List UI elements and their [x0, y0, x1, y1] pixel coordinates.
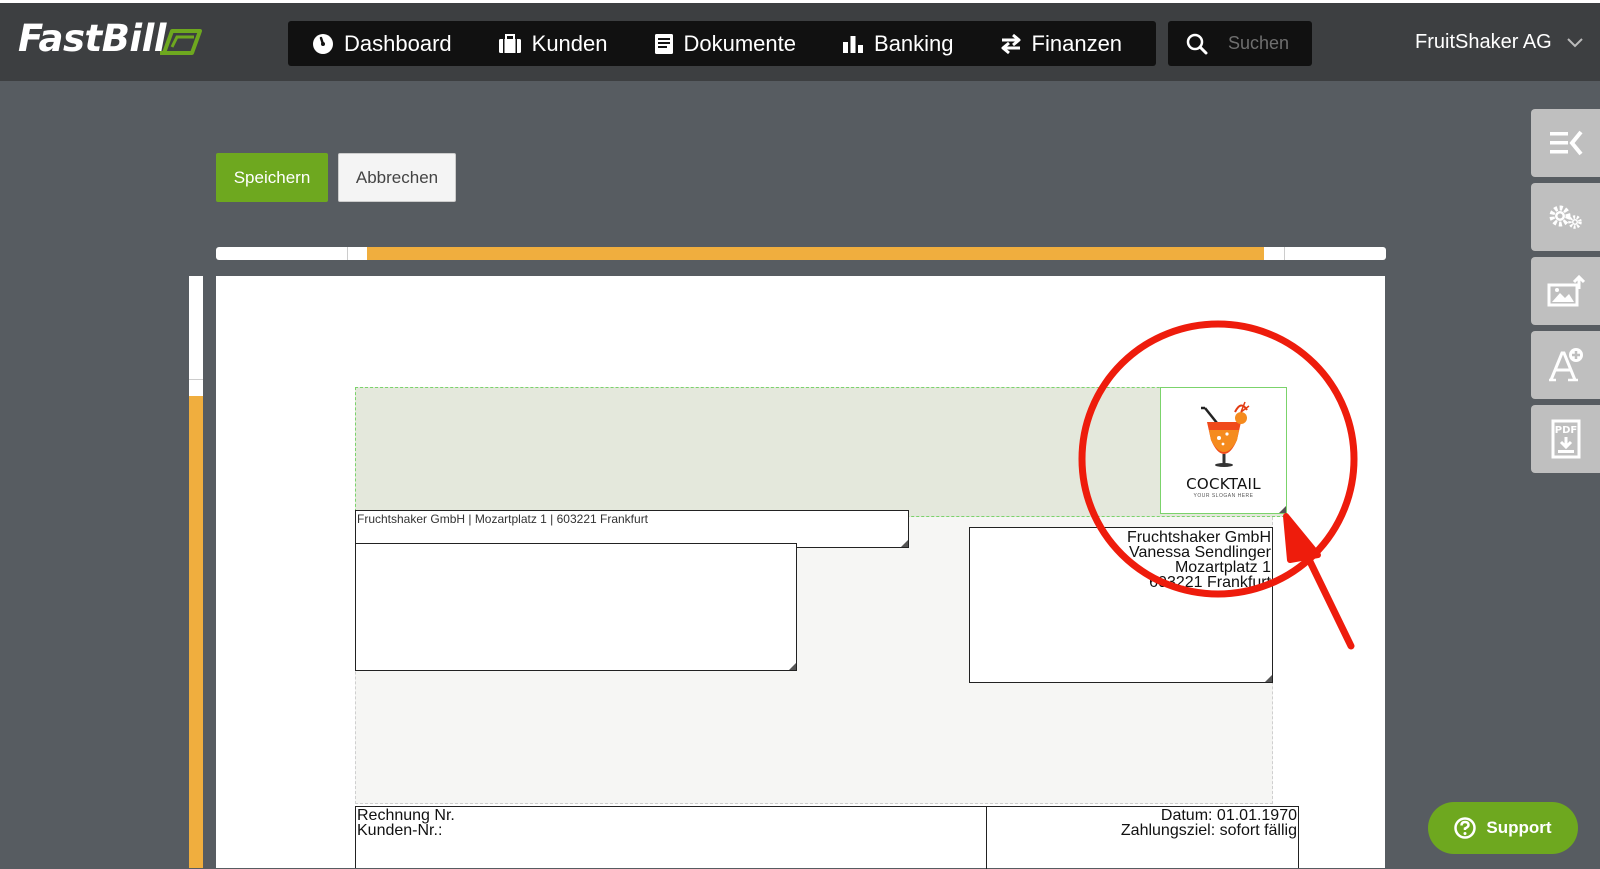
help-question-icon — [1454, 817, 1477, 839]
search-icon[interactable] — [1186, 33, 1208, 55]
account-menu[interactable]: FruitShaker AG — [1415, 31, 1584, 54]
pdf-download-icon: PDF — [1551, 419, 1580, 459]
table-divider — [986, 807, 987, 869]
ruler-margin-mark — [347, 247, 348, 260]
collapse-panel-button[interactable] — [1531, 109, 1600, 177]
invoice-number-label: Rechnung Nr. — [357, 807, 455, 824]
nav-banking-label: Banking — [874, 30, 954, 56]
pdf-download-button[interactable]: PDF — [1531, 405, 1600, 473]
customer-number-label: Kunden-Nr.: — [357, 822, 443, 839]
company-logo[interactable]: COCKTAIL YOUR SLOGAN HERE — [1160, 387, 1287, 514]
logo-slogan: YOUR SLOGAN HERE — [1193, 493, 1254, 499]
ruler-margin-mark — [1284, 247, 1285, 260]
address-line: Fruchtshaker GmbH — [1126, 529, 1271, 546]
main-nav: Dashboard Kunden Dokumente Banking Finan… — [288, 21, 1156, 66]
collapse-panel-icon — [1549, 130, 1583, 156]
payment-terms-label: Zahlungsziel: sofort fällig — [1120, 822, 1297, 839]
invoice-date-label: Datum: 01.01.1970 — [1160, 807, 1297, 824]
document-icon — [654, 33, 673, 54]
support-label: Support — [1486, 818, 1552, 837]
company-address-box[interactable]: Fruchtshaker GmbH Vanessa Sendlinger Moz… — [969, 527, 1273, 683]
search-box — [1168, 21, 1312, 66]
chevron-down-icon — [1567, 37, 1583, 47]
transfer-arrows-icon — [1001, 33, 1021, 54]
resize-handle[interactable] — [789, 663, 796, 670]
resize-handle[interactable] — [1265, 675, 1272, 682]
resize-handle[interactable] — [1279, 506, 1286, 513]
fastbill-logo[interactable]: FastBill — [18, 17, 166, 60]
account-name: FruitShaker AG — [1415, 31, 1552, 53]
ruler-content-area — [367, 247, 1264, 260]
fastbill-logo-mark-icon — [160, 29, 202, 55]
add-font-button[interactable] — [1531, 331, 1600, 399]
nav-finanzen[interactable]: Finanzen — [976, 21, 1123, 66]
nav-banking[interactable]: Banking — [818, 21, 954, 66]
nav-dokumente[interactable]: Dokumente — [630, 21, 797, 66]
recipient-address-box[interactable] — [355, 543, 797, 671]
nav-dashboard-label: Dashboard — [344, 30, 452, 56]
top-navigation-bar: FastBill Dashboard Kunden Dokumente Bank… — [0, 0, 1600, 81]
invoice-info-left: Rechnung Nr. Kunden-Nr.: — [357, 807, 455, 839]
vertical-ruler[interactable] — [189, 276, 203, 868]
logo-title: COCKTAIL — [1186, 475, 1261, 493]
nav-finanzen-label: Finanzen — [1031, 30, 1123, 56]
nav-dashboard[interactable]: Dashboard — [288, 21, 452, 66]
bar-chart-icon — [843, 35, 864, 53]
sender-line-text: Fruchtshaker GmbH | Mozartplatz 1 | 6032… — [357, 512, 649, 526]
nav-dokumente-label: Dokumente — [683, 30, 797, 56]
nav-kunden-label: Kunden — [531, 30, 608, 56]
resize-handle[interactable] — [901, 540, 908, 547]
nav-kunden[interactable]: Kunden — [474, 21, 608, 66]
svg-text:PDF: PDF — [1554, 425, 1576, 436]
add-font-icon — [1548, 348, 1583, 382]
cancel-button[interactable]: Abbrechen — [338, 153, 456, 202]
save-button[interactable]: Speichern — [216, 153, 328, 202]
image-upload-icon — [1547, 275, 1585, 307]
ruler-content-area — [189, 396, 203, 868]
dashboard-icon — [313, 33, 333, 54]
editor-sidebar: PDF — [1531, 109, 1600, 479]
header-zone[interactable] — [355, 387, 1285, 517]
settings-gears-icon — [1549, 205, 1582, 229]
briefcase-icon — [498, 33, 521, 53]
image-upload-button[interactable] — [1531, 257, 1600, 325]
invoice-info-right: Datum: 01.01.1970 Zahlungsziel: sofort f… — [1120, 807, 1297, 839]
ruler-margin-mark — [189, 379, 203, 380]
cocktail-glass-icon — [1201, 401, 1250, 467]
address-line: Vanessa Sendlinger — [1128, 544, 1271, 561]
horizontal-ruler[interactable] — [216, 247, 1386, 260]
address-line: 603221 Frankfurt — [1149, 574, 1271, 591]
invoice-info-table[interactable]: Rechnung Nr. Kunden-Nr.: Datum: 01.01.19… — [355, 806, 1299, 869]
support-button[interactable]: Support — [1428, 802, 1578, 854]
address-line: Mozartplatz 1 — [1174, 559, 1271, 576]
settings-button[interactable] — [1531, 183, 1600, 251]
document-page: COCKTAIL YOUR SLOGAN HERE Fruchtshaker G… — [216, 276, 1385, 869]
search-input[interactable] — [1226, 32, 1300, 55]
